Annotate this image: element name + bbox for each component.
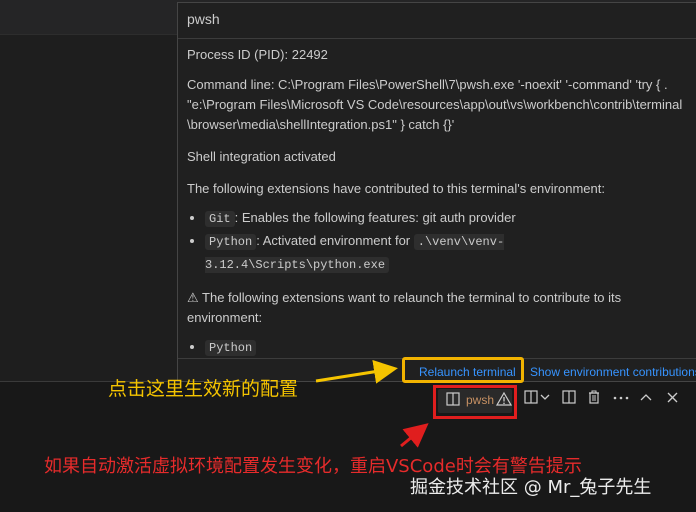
extension-name: Python <box>205 234 257 250</box>
chevron-up-icon[interactable] <box>640 393 652 401</box>
close-icon[interactable] <box>667 392 678 403</box>
split-icon[interactable] <box>524 390 538 404</box>
hover-divider <box>178 38 696 39</box>
process-id: Process ID (PID): 22492 <box>187 47 328 62</box>
trash-icon[interactable] <box>587 390 601 404</box>
watermark: 掘金技术社区 @ Mr_兔子先生 <box>410 477 652 498</box>
contribution-text: : Activated environment for <box>256 233 414 248</box>
more-icon[interactable] <box>613 396 629 400</box>
terminal-tab-highlight-box <box>433 385 517 419</box>
contribution-list: Git: Enables the following features: git… <box>187 207 687 276</box>
chevron-down-icon[interactable] <box>540 393 550 401</box>
relaunch-extension-item: Python <box>205 336 687 359</box>
hover-body: Process ID (PID): 22492 Command line: C:… <box>187 43 687 359</box>
contribution-text: : Enables the following features: git au… <box>234 210 516 225</box>
layout-icon[interactable] <box>562 390 576 404</box>
hover-title: pwsh <box>187 11 220 27</box>
relaunch-highlight-box <box>402 357 524 383</box>
extension-name: Git <box>205 211 235 227</box>
relaunch-extension-list: Python <box>187 336 687 359</box>
relaunch-warning: ⚠ The following extensions want to relau… <box>187 290 622 325</box>
contributions-intro: The following extensions have contribute… <box>187 181 605 196</box>
terminal-info-hover: pwsh Process ID (PID): 22492 Command lin… <box>177 2 696 382</box>
show-environment-link[interactable]: Show environment contributions <box>530 365 696 379</box>
extension-name: Python <box>205 340 257 356</box>
command-line: Command line: C:\Program Files\PowerShel… <box>187 77 683 132</box>
contribution-item-git: Git: Enables the following features: git… <box>205 207 687 230</box>
shell-integration-status: Shell integration activated <box>187 149 336 164</box>
click-here-annotation: 点击这里生效新的配置 <box>108 378 299 400</box>
contribution-item-python: Python: Activated environment for .\venv… <box>205 230 687 276</box>
